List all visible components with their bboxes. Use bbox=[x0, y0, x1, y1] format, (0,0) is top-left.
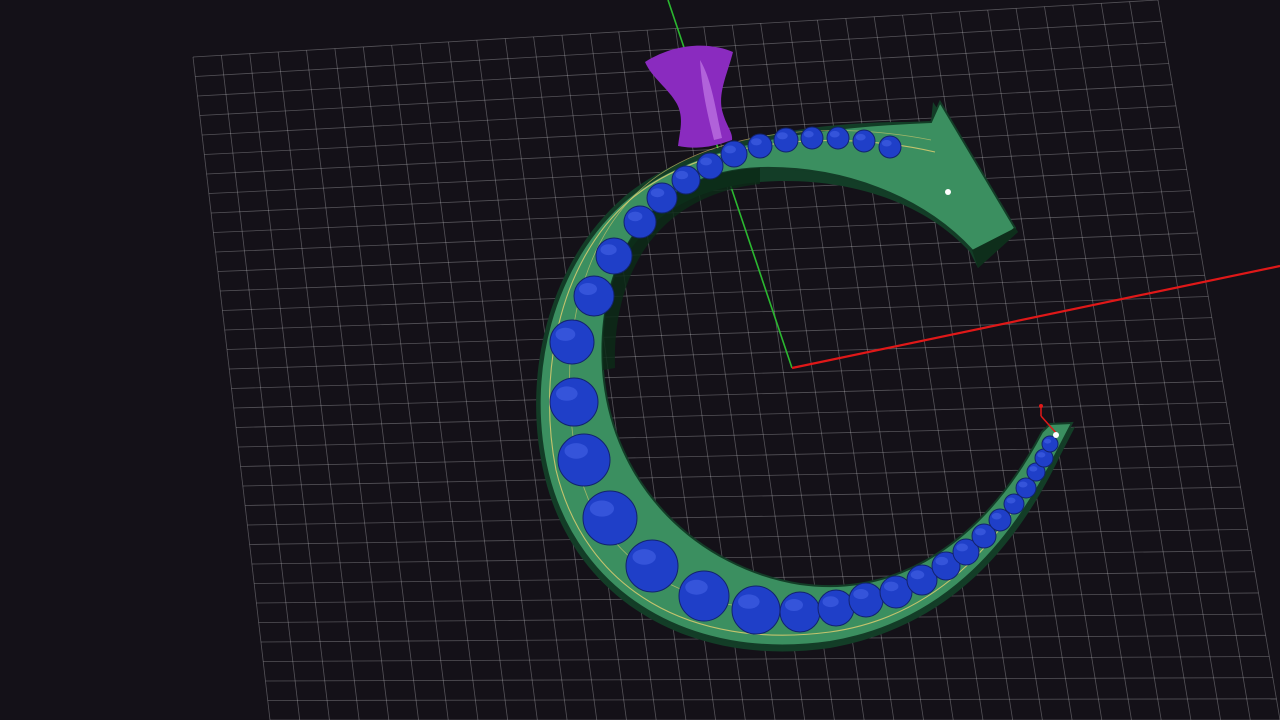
gem-highlight bbox=[777, 132, 788, 140]
gem-highlight bbox=[991, 512, 1002, 520]
grid-line bbox=[242, 465, 1237, 487]
gem-sphere bbox=[678, 570, 730, 622]
gem-highlight bbox=[632, 549, 656, 565]
gem-highlight bbox=[910, 570, 925, 580]
gem-highlight bbox=[935, 556, 949, 566]
gem-sphere bbox=[573, 275, 615, 317]
grid-line bbox=[1100, 3, 1221, 720]
gem-highlight bbox=[956, 543, 968, 552]
gem-highlight bbox=[751, 138, 762, 146]
grid-line bbox=[1072, 4, 1192, 720]
control-point bbox=[945, 189, 951, 195]
gem-sphere bbox=[817, 589, 855, 627]
gem-sphere bbox=[671, 165, 701, 195]
gem-sphere bbox=[826, 126, 850, 150]
gem-sphere bbox=[623, 205, 657, 239]
gem-highlight bbox=[724, 145, 736, 154]
gem-highlight bbox=[881, 139, 892, 147]
gem-highlight bbox=[1006, 497, 1016, 504]
prong-head[interactable] bbox=[645, 45, 733, 148]
grid-line bbox=[1044, 6, 1162, 720]
gem-sphere bbox=[625, 539, 679, 593]
gem-highlight bbox=[700, 157, 712, 166]
gem-sphere bbox=[779, 591, 821, 633]
control-point bbox=[1053, 432, 1059, 438]
gem-highlight bbox=[1018, 481, 1028, 488]
gem-sphere bbox=[747, 133, 773, 159]
gem-sphere bbox=[878, 135, 902, 159]
gem-sphere bbox=[549, 377, 599, 427]
gem-highlight bbox=[853, 588, 869, 600]
ring-band bbox=[538, 99, 1074, 647]
gem-highlight bbox=[975, 528, 986, 536]
grid-line bbox=[233, 380, 1223, 409]
gem-sphere bbox=[549, 319, 595, 365]
ring-model[interactable] bbox=[536, 99, 1075, 652]
gem-highlight bbox=[589, 500, 615, 517]
gem-highlight bbox=[675, 170, 689, 180]
grid-line bbox=[249, 529, 1248, 545]
gem-sphere bbox=[582, 490, 638, 546]
gem-highlight bbox=[855, 133, 866, 141]
gem-sphere bbox=[848, 582, 884, 618]
gizmo-handle bbox=[1039, 404, 1043, 408]
gem-highlight bbox=[1029, 466, 1038, 472]
gem-sphere bbox=[852, 129, 876, 153]
gem-highlight bbox=[600, 244, 617, 256]
gem-highlight bbox=[785, 599, 803, 611]
gem-sphere bbox=[696, 152, 724, 180]
gem-highlight bbox=[738, 594, 760, 609]
grid-line bbox=[251, 550, 1252, 565]
gem-highlight bbox=[555, 327, 576, 341]
grid-line bbox=[236, 401, 1227, 428]
3d-viewport[interactable] bbox=[0, 0, 1280, 720]
gem-highlight bbox=[564, 443, 588, 459]
gem-highlight bbox=[685, 579, 708, 595]
gem-sphere bbox=[731, 585, 781, 635]
viewport-scene[interactable] bbox=[0, 0, 1280, 720]
gem-sphere bbox=[720, 140, 748, 168]
gem-sphere bbox=[557, 433, 611, 487]
grid-line bbox=[238, 423, 1230, 448]
grid-line bbox=[958, 11, 1073, 720]
gem-sphere bbox=[646, 182, 678, 214]
grid-line bbox=[240, 444, 1234, 467]
gem-highlight bbox=[829, 130, 840, 138]
gem-sphere bbox=[800, 126, 824, 150]
grid-line bbox=[247, 507, 1245, 526]
gem-highlight bbox=[884, 581, 899, 592]
gem-highlight bbox=[556, 386, 578, 401]
grid-line bbox=[245, 486, 1241, 506]
gem-highlight bbox=[1037, 452, 1046, 458]
gem-sphere bbox=[1041, 435, 1059, 453]
gem-highlight bbox=[579, 283, 597, 295]
grid-line bbox=[987, 9, 1103, 720]
grid-line bbox=[1015, 8, 1132, 720]
gem-sphere bbox=[595, 237, 633, 275]
grid-line bbox=[1129, 1, 1251, 720]
grid-line bbox=[1157, 0, 1280, 720]
gem-highlight bbox=[628, 211, 643, 222]
gem-highlight bbox=[822, 596, 839, 608]
gem-highlight bbox=[1044, 438, 1052, 444]
gem-sphere bbox=[773, 127, 799, 153]
gem-highlight bbox=[803, 130, 814, 138]
gem-highlight bbox=[650, 188, 665, 198]
